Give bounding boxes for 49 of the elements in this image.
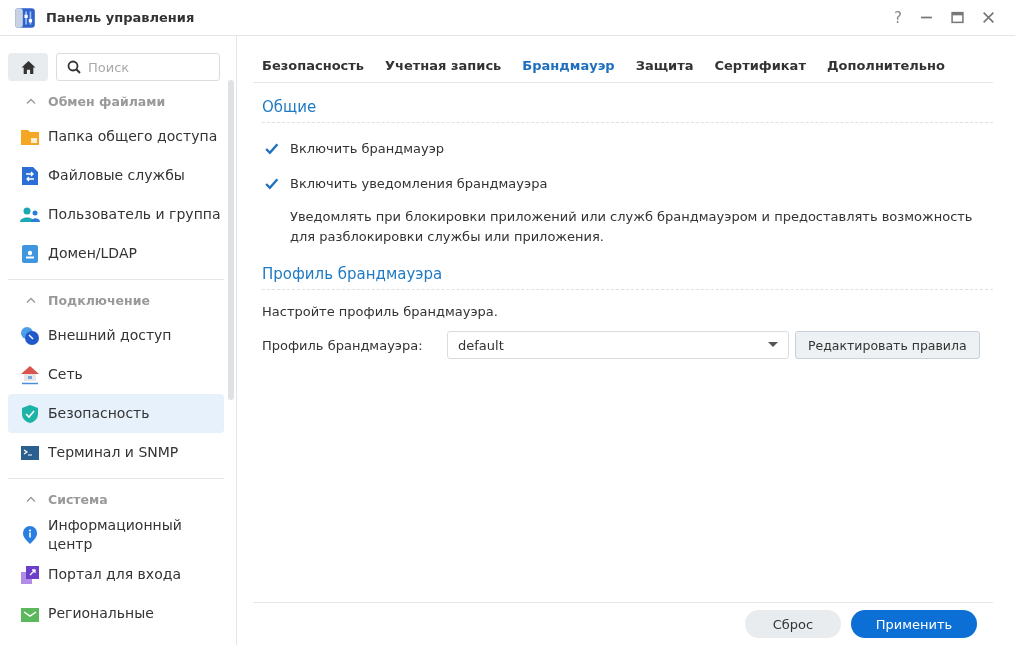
sidebar-item[interactable]: Домен/LDAP	[8, 234, 224, 273]
sidebar-item[interactable]: Папка общего доступа	[8, 117, 224, 156]
search-box[interactable]: Поиск	[56, 53, 220, 81]
chevron-icon	[26, 98, 36, 104]
sidebar-item[interactable]: Сеть	[8, 355, 224, 394]
sidebar-item[interactable]: Терминал и SNMP	[8, 433, 224, 472]
sidebar-item[interactable]: Безопасность	[8, 394, 224, 433]
description-text: Уведомлять при блокировки приложений или служб брандмауэром и предоставлять возможность для разблокировки службы или приложения.	[290, 208, 974, 246]
tab[interactable]: Брандмауэр	[513, 58, 627, 82]
home-button[interactable]	[8, 53, 48, 81]
field-label: Профиль брандмауэра:	[262, 337, 424, 353]
chevron-icon	[26, 297, 36, 303]
sidebar-item[interactable]: Внешний доступ	[8, 316, 224, 355]
tab[interactable]: Дополнительно	[817, 58, 957, 82]
sidebar-item[interactable]: Информационный центр	[8, 515, 224, 555]
tab[interactable]: Учетная запись	[376, 58, 514, 82]
close-icon[interactable]	[982, 11, 995, 24]
help-button[interactable]: ?	[894, 8, 902, 27]
dropdown-caret-icon	[768, 342, 778, 348]
sidebar-item[interactable]: Файловые службы	[8, 156, 224, 195]
sidebar-item[interactable]: Портал для входа	[8, 555, 224, 594]
edit-rules-button[interactable]: Редактировать правила	[795, 331, 980, 359]
link-icon	[20, 325, 40, 346]
sidebar-item[interactable]: Пользователь и группа	[8, 195, 224, 234]
reset-button[interactable]: Сброс	[745, 610, 841, 638]
window-title: Панель управления	[46, 10, 195, 25]
apply-button[interactable]: Применить	[851, 610, 977, 638]
control-panel-icon	[14, 5, 36, 30]
hint-text: Настройте профиль брандмауэра.	[262, 304, 499, 319]
option-label: Включить брандмауэр	[290, 140, 445, 156]
search-icon	[67, 60, 81, 74]
document-icon	[20, 165, 40, 186]
shield-icon	[20, 403, 40, 424]
section-title: Профиль брандмауэра	[262, 247, 993, 290]
tab[interactable]: Безопасность	[253, 58, 377, 82]
section-title: Общие	[262, 83, 993, 123]
home-icon	[20, 59, 36, 75]
maximize-icon[interactable]	[951, 11, 964, 24]
contact-card-icon	[20, 243, 40, 264]
tab[interactable]: Сертификат	[705, 58, 818, 82]
profile-dropdown[interactable]: default	[447, 331, 789, 359]
scrollbar[interactable]	[228, 80, 234, 400]
tab[interactable]: Защита	[626, 58, 706, 82]
sidebar-item[interactable]: Региональные	[8, 594, 224, 633]
portal-icon	[20, 564, 40, 585]
option-label: Включить уведомления брандмауэра	[290, 175, 548, 191]
info-icon	[20, 525, 40, 545]
chevron-icon	[26, 496, 36, 502]
house-icon	[20, 364, 40, 385]
